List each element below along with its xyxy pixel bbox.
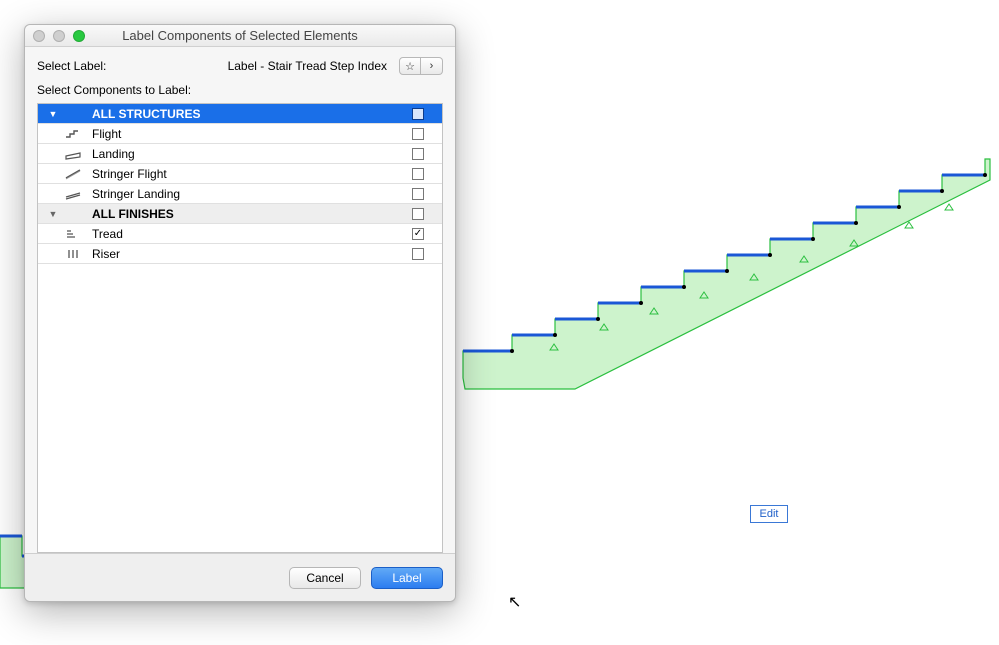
group-row-finishes[interactable]: ▼ ALL FINISHES	[38, 204, 442, 224]
component-row-stringer-landing[interactable]: Stringer Landing	[38, 184, 442, 204]
component-checkbox[interactable]: ✓	[412, 228, 424, 240]
component-label: Riser	[92, 247, 398, 261]
component-label: Stringer Flight	[92, 167, 398, 181]
component-label: Tread	[92, 227, 398, 241]
tread-icon	[64, 227, 84, 241]
group-checkbox[interactable]	[412, 108, 424, 120]
flight-icon	[64, 127, 84, 141]
component-label: Landing	[92, 147, 398, 161]
components-table: ▼ ALL STRUCTURES Flight Landing Stringer Fli…	[37, 103, 443, 553]
cursor-icon: ↖	[508, 592, 521, 612]
cancel-button[interactable]: Cancel	[289, 567, 361, 589]
group-checkbox[interactable]	[412, 208, 424, 220]
component-checkbox[interactable]	[412, 128, 424, 140]
group-label: ALL FINISHES	[92, 207, 398, 221]
component-row-landing[interactable]: Landing	[38, 144, 442, 164]
favorites-button[interactable]: ☆	[399, 57, 421, 75]
component-checkbox[interactable]	[412, 148, 424, 160]
component-checkbox[interactable]	[412, 188, 424, 200]
landing-icon	[64, 147, 84, 161]
label-button[interactable]: Label	[371, 567, 443, 589]
disclosure-triangle-icon[interactable]: ▼	[42, 209, 64, 219]
label-picker-button[interactable]: ›	[421, 57, 443, 75]
component-row-stringer-flight[interactable]: Stringer Flight	[38, 164, 442, 184]
component-row-tread[interactable]: Tread ✓	[38, 224, 442, 244]
group-row-structures[interactable]: ▼ ALL STRUCTURES	[38, 104, 442, 124]
component-row-flight[interactable]: Flight	[38, 124, 442, 144]
component-checkbox[interactable]	[412, 248, 424, 260]
label-components-dialog: Label Components of Selected Elements Se…	[24, 24, 456, 602]
component-label: Stringer Landing	[92, 187, 398, 201]
dialog-titlebar: Label Components of Selected Elements	[25, 25, 455, 47]
dialog-title: Label Components of Selected Elements	[25, 28, 455, 43]
riser-icon	[64, 247, 84, 261]
select-label-heading: Select Label:	[37, 59, 106, 73]
components-heading: Select Components to Label:	[37, 83, 443, 97]
component-checkbox[interactable]	[412, 168, 424, 180]
component-label: Flight	[92, 127, 398, 141]
disclosure-triangle-icon[interactable]: ▼	[42, 109, 64, 119]
stringer-landing-icon	[64, 187, 84, 201]
selected-label-name: Label - Stair Tread Step Index	[114, 59, 391, 73]
group-label: ALL STRUCTURES	[92, 107, 398, 121]
star-icon: ☆	[405, 60, 415, 73]
chevron-right-icon: ›	[430, 60, 434, 72]
edit-button[interactable]: Edit	[750, 505, 788, 523]
component-row-riser[interactable]: Riser	[38, 244, 442, 264]
stair-section-main	[463, 159, 990, 389]
stringer-flight-icon	[64, 167, 84, 181]
